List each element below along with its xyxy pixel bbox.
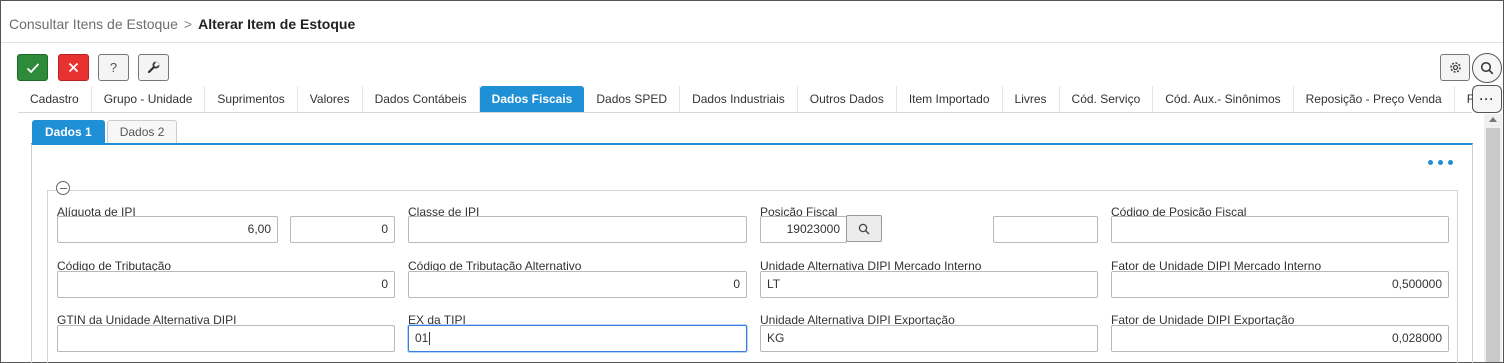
aliquota-ipi-secondary-input[interactable]: 0 [290, 216, 395, 243]
tab-item-importado[interactable]: Item Importado [897, 86, 1003, 112]
tab-suprimentos[interactable]: Suprimentos [205, 86, 298, 112]
help-button[interactable]: ? [98, 54, 129, 81]
scroll-up-arrow-icon[interactable] [1489, 117, 1497, 122]
tab-strip-viewport: Cadastro Grupo - Unidade Suprimentos Val… [0, 86, 1473, 113]
codigo-tributacao-input[interactable]: 0 [57, 271, 395, 298]
subtab-dados-2[interactable]: Dados 2 [106, 120, 178, 143]
tab-cod-servico[interactable]: Cód. Serviço [1060, 86, 1154, 112]
tab-livres[interactable]: Livres [1003, 86, 1060, 112]
header-divider [1, 42, 1503, 43]
search-icon [858, 223, 870, 234]
posicao-fiscal-lookup-button[interactable] [846, 215, 882, 242]
tab-outros-dados[interactable]: Outros Dados [798, 86, 897, 112]
panel-options-button[interactable] [1428, 160, 1453, 165]
tab-valores[interactable]: Valores [298, 86, 363, 112]
classe-ipi-input[interactable] [408, 216, 747, 243]
more-tabs-button[interactable]: ··· [1472, 85, 1502, 113]
fator-unidade-dipi-exp-input[interactable]: 0,028000 [1111, 325, 1449, 352]
close-icon [68, 62, 79, 73]
breadcrumb-separator: > [183, 16, 193, 32]
ex-tipi-input[interactable]: 01 [408, 325, 747, 352]
check-icon [26, 62, 39, 73]
tab-dados-sped[interactable]: Dados SPED [584, 86, 681, 112]
tab-cadastro[interactable]: Cadastro [18, 86, 92, 112]
help-label: ? [109, 60, 118, 75]
codigo-tributacao-alternativo-input[interactable]: 0 [408, 271, 747, 298]
breadcrumb-parent-link[interactable]: Consultar Itens de Estoque [9, 16, 178, 32]
tab-dados-industriais[interactable]: Dados Industriais [680, 86, 798, 112]
cancel-button[interactable] [58, 54, 89, 81]
tab-cod-aux-sinonimos[interactable]: Cód. Aux.- Sinônimos [1153, 86, 1294, 112]
confirm-button[interactable] [17, 54, 48, 81]
tools-button[interactable] [138, 54, 169, 81]
codigo-posicao-fiscal-input[interactable] [1111, 216, 1449, 243]
tab-dados-contabeis[interactable]: Dados Contábeis [363, 86, 480, 112]
global-search-button[interactable] [1472, 53, 1502, 83]
tab-grupo-unidade[interactable]: Grupo - Unidade [92, 86, 206, 112]
text-caret [429, 332, 431, 346]
aliquota-ipi-input[interactable]: 6,00 [57, 216, 278, 243]
fator-unidade-dipi-mi-input[interactable]: 0,500000 [1111, 271, 1449, 298]
more-icon: ··· [1479, 92, 1495, 106]
unidade-alt-dipi-exp-input[interactable]: KG [760, 325, 1098, 352]
ex-tipi-value: 01 [415, 331, 429, 345]
settings-button[interactable] [1440, 54, 1470, 81]
tab-fabricante[interactable]: Fabricante [1455, 86, 1473, 112]
wrench-icon [147, 61, 160, 74]
unidade-alt-dipi-mi-input[interactable]: LT [760, 271, 1098, 298]
gear-icon [1449, 62, 1461, 73]
gtin-unidade-alt-dipi-input[interactable] [57, 325, 395, 352]
scroll-thumb[interactable] [1486, 128, 1500, 362]
vertical-scrollbar[interactable] [1484, 114, 1502, 362]
page-title: Alterar Item de Estoque [198, 16, 356, 32]
tab-bar: Cadastro Grupo - Unidade Suprimentos Val… [18, 86, 1473, 112]
subtab-bar: Dados 1 Dados 2 [32, 120, 179, 143]
posicao-fiscal-description-input[interactable] [993, 216, 1098, 243]
posicao-fiscal-input[interactable]: 19023000 [760, 216, 847, 243]
tabs-divider [18, 112, 1472, 113]
tab-reposicao-preco-venda[interactable]: Reposição - Preço Venda [1294, 86, 1455, 112]
search-icon [1480, 61, 1494, 75]
subtab-dados-1[interactable]: Dados 1 [32, 120, 105, 143]
tab-dados-fiscais[interactable]: Dados Fiscais [479, 86, 585, 112]
breadcrumb: Consultar Itens de Estoque > Alterar Item … [9, 16, 355, 32]
collapse-section-icon[interactable] [56, 181, 70, 195]
